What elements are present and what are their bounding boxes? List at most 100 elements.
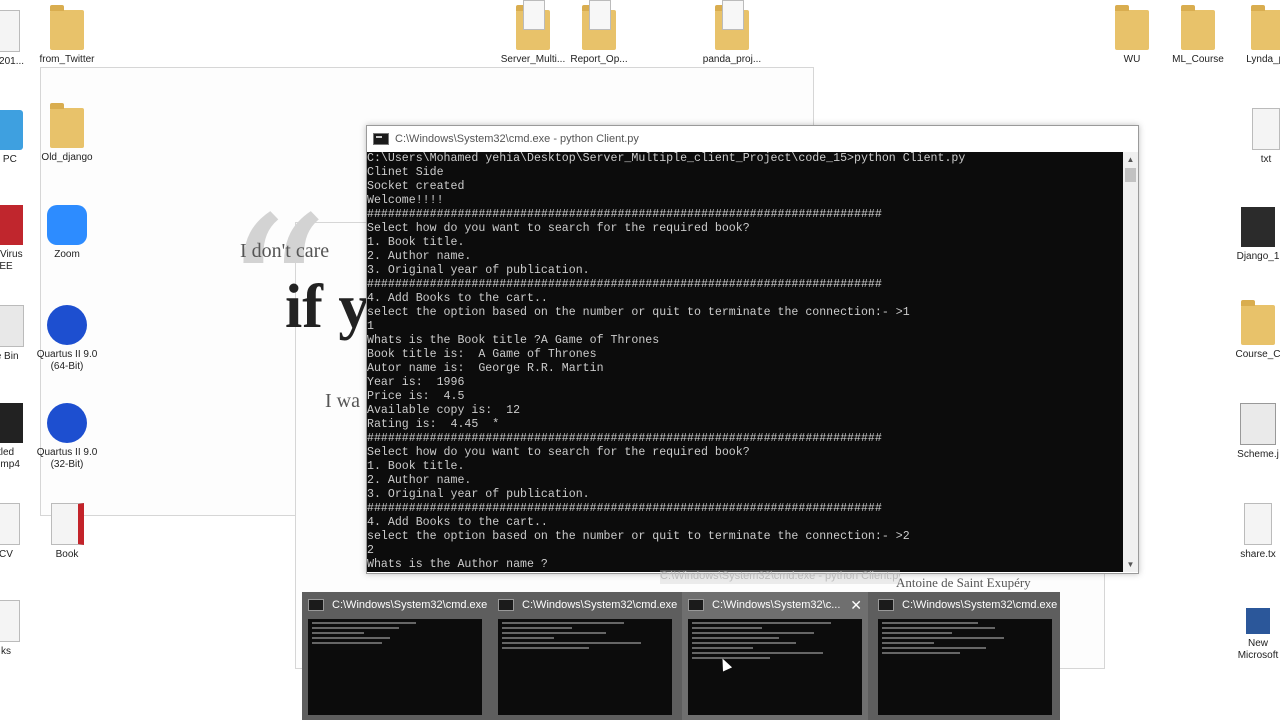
desktop-icon[interactable]: Scheme.j [1222,403,1280,461]
folder-icon [1251,5,1280,50]
computer-icon [0,110,23,150]
console-line: 4. Add Books to the cart.. [367,516,548,529]
console-line: 3. Original year of publication. [367,488,590,501]
cmd-window-title: C:\Windows\System32\cmd.exe - python Cli… [395,132,639,145]
desktop-icon[interactable]: ML_Course [1162,5,1234,66]
app-icon [1241,207,1275,247]
taskbar-thumbnail[interactable]: C:\Windows\System32\cmd.exe... [872,592,1058,720]
quote-text-2: if y [285,273,370,341]
console-line: Rating is: 4.45 * [367,418,500,431]
thumbnail-title: C:\Windows\System32\cmd.exe... [332,599,488,611]
folder-icon [516,0,550,50]
console-line: 2 [367,544,374,557]
folder-icon [715,0,749,50]
cmd-title-bar[interactable]: C:\Windows\System32\cmd.exe - python Cli… [367,126,1138,151]
desktop-icon[interactable]: Book [31,503,103,561]
document-icon [0,503,20,545]
console-line: ########################################… [367,208,882,221]
console-line: 2. Author name. [367,250,472,263]
cmd-icon [373,132,389,145]
console-line: ########################################… [367,278,882,291]
antivirus-icon [0,205,23,245]
console-line: Autor name is: George R.R. Martin [367,362,604,375]
console-line: select the option based on the number or… [367,306,910,319]
console-line: 2. Author name. [367,474,472,487]
desktop-icon[interactable]: Old_django [31,103,103,164]
desktop-icon[interactable]: panda_proj... [696,0,768,66]
console-line: C:\Users\Mohamed yehia\Desktop\Server_Mu… [367,152,966,165]
desktop-icon[interactable]: Server_Multi... [497,0,569,66]
console-line: 1. Book title. [367,460,465,473]
console-line: ########################################… [367,502,882,515]
quote-text-1: I don't care [240,240,330,262]
taskbar-thumbnail[interactable]: C:\Windows\System32\cmd.exe... [302,592,488,720]
desktop-icon[interactable]: Quartus II 9.0 (32-Bit) [31,403,103,471]
thumbnail-title: C:\Windows\System32\cmd.exe... [522,599,678,611]
zoom-icon [47,205,87,245]
console-line: 3. Original year of publication. [367,264,590,277]
quartus-icon [47,403,87,443]
console-line: Socket created [367,180,465,193]
cmd-icon [308,599,324,611]
thumbnail-preview [688,619,862,715]
cmd-icon [688,599,704,611]
thumbnail-preview [498,619,672,715]
console-line: Available copy is: 12 [367,404,521,417]
console-line: ########################################… [367,432,882,445]
console-line: Whats is the Book title ?A Game of Thron… [367,334,660,347]
console-line: Welcome!!!! [367,194,444,207]
cmd-icon [498,599,514,611]
console-line: Year is: 1996 [367,376,465,389]
thumbnail-preview [308,619,482,715]
document-icon [0,10,20,52]
cmd-icon [878,599,894,611]
cmd-window[interactable]: C:\Windows\System32\cmd.exe - python Cli… [366,125,1139,574]
console-line: Select how do you want to search for the… [367,446,750,459]
folder-icon [1181,5,1215,50]
console-line: select the option based on the number or… [367,530,910,543]
folder-icon [582,0,616,50]
desktop-icon[interactable]: txt [1230,108,1280,166]
desktop-icon[interactable]: Lynda_pa [1232,5,1280,66]
folder-icon [50,5,84,50]
scroll-down-arrow-icon[interactable]: ▼ [1123,557,1138,572]
desktop-icon[interactable]: WU [1096,5,1168,66]
folder-icon [1241,300,1275,345]
folder-icon [50,103,84,148]
image-icon [1240,403,1276,445]
quartus-icon [47,305,87,345]
console-line: 4. Add Books to the cart.. [367,292,548,305]
recycle-bin-icon [0,305,24,347]
desktop-icon[interactable]: Django_1 [1222,207,1280,263]
taskbar-thumbnail[interactable]: C:\Windows\System32\c... ✕ [682,592,868,720]
console-line: 1. Book title. [367,236,465,249]
desktop-icon[interactable]: Course_C [1222,300,1280,361]
console-line: 1 [367,320,374,333]
pdf-icon [50,503,84,545]
desktop-icon[interactable]: Zoom [31,205,103,261]
vertical-scrollbar[interactable]: ▲ ▼ [1123,152,1138,572]
thumbnail-preview [878,619,1052,715]
console-output[interactable]: C:\Users\Mohamed yehia\Desktop\Server_Mu… [367,152,1123,572]
close-icon[interactable]: ✕ [850,597,862,614]
desktop-icon[interactable]: ks [0,600,42,658]
taskbar-thumbnail[interactable]: C:\Windows\System32\cmd.exe... [492,592,678,720]
quote-text-3: I wa [325,390,360,412]
scroll-up-arrow-icon[interactable]: ▲ [1123,152,1138,167]
console-line: Book title is: A Game of Thrones [367,348,597,361]
desktop-icon[interactable]: Quartus II 9.0 (64-Bit) [31,305,103,373]
desktop-icon[interactable]: Report_Op... [563,0,635,66]
drag-ghost-title: C:\Windows\System32\cmd.exe - python Cli… [660,570,900,584]
scroll-thumb[interactable] [1125,168,1136,182]
document-icon [1252,108,1280,150]
desktop-icon[interactable]: share.tx [1222,503,1280,561]
desktop-icon[interactable]: from_Twitter [31,5,103,66]
thumbnail-title: C:\Windows\System32\cmd.exe... [902,599,1058,611]
video-icon [0,403,23,443]
taskbar-thumbnail-strip: C:\Windows\System32\cmd.exe... C:\Window… [302,592,1060,720]
document-icon [0,600,20,642]
word-icon [1246,608,1270,634]
desktop-icon[interactable]: New Microsoft [1222,608,1280,662]
console-line: Price is: 4.5 [367,390,465,403]
console-line: Clinet Side [367,166,444,179]
